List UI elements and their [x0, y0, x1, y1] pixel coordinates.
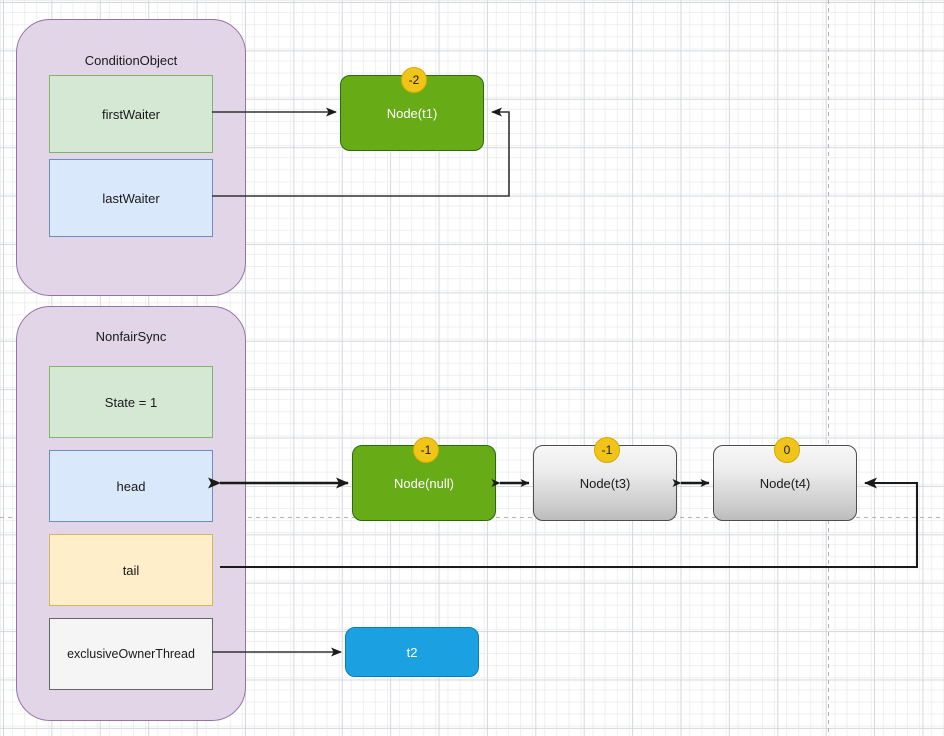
field-label-last-waiter: lastWaiter	[102, 190, 160, 206]
thread-box-t2[interactable]: t2	[345, 627, 479, 677]
badge-wait-status-t1: -2	[401, 67, 427, 93]
panel-nonfair-sync[interactable]: NonfairSync State = 1 head tail exclusiv…	[16, 306, 246, 721]
node-t1[interactable]: Node(t1) -2	[340, 67, 484, 151]
field-tail[interactable]: tail	[49, 534, 213, 606]
field-label-state: State = 1	[104, 394, 158, 410]
node-null[interactable]: Node(null) -1	[352, 437, 496, 521]
node-label-t3: Node(t3)	[579, 476, 631, 491]
badge-wait-status-t4: 0	[774, 437, 800, 463]
thread-label-t2: t2	[406, 644, 418, 660]
field-label-first-waiter: firstWaiter	[101, 106, 161, 122]
field-head[interactable]: head	[49, 450, 213, 522]
field-state[interactable]: State = 1	[49, 366, 213, 438]
badge-wait-status-t3: -1	[594, 437, 620, 463]
field-label-tail: tail	[122, 562, 140, 578]
field-last-waiter[interactable]: lastWaiter	[49, 159, 213, 237]
panel-title-condition-object: ConditionObject	[84, 53, 178, 68]
node-t4[interactable]: Node(t4) 0	[713, 437, 857, 521]
panel-title-nonfair-sync: NonfairSync	[95, 329, 167, 344]
field-label-exclusive-owner-thread: exclusiveOwnerThread	[67, 647, 195, 661]
field-exclusive-owner-thread[interactable]: exclusiveOwnerThread	[49, 618, 213, 690]
field-first-waiter[interactable]: firstWaiter	[49, 75, 213, 153]
node-t3[interactable]: Node(t3) -1	[533, 437, 677, 521]
panel-condition-object[interactable]: ConditionObject firstWaiter lastWaiter	[16, 19, 246, 296]
node-label-null: Node(null)	[394, 476, 454, 491]
badge-wait-status-null: -1	[413, 437, 439, 463]
diagram-canvas: ConditionObject firstWaiter lastWaiter N…	[0, 0, 944, 736]
node-label-t4: Node(t4)	[759, 476, 811, 491]
node-label-t1: Node(t1)	[386, 106, 438, 121]
field-label-head: head	[116, 478, 146, 494]
